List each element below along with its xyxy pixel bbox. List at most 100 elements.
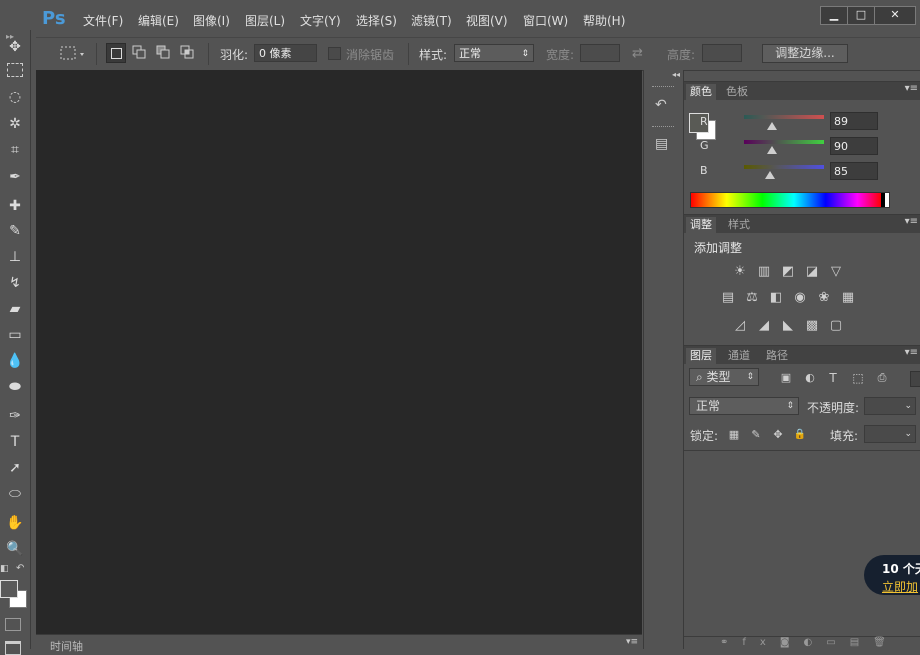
new-selection-button[interactable]: [106, 43, 126, 63]
panel-menu-icon[interactable]: ▾≡: [626, 637, 638, 647]
panel-menu-icon[interactable]: ▾≡: [905, 216, 918, 227]
refine-edge-button[interactable]: 调整边缘...: [762, 44, 848, 63]
brightness-icon[interactable]: ☀: [732, 265, 748, 279]
g-slider-thumb[interactable]: [767, 146, 777, 154]
tab-styles[interactable]: 样式: [724, 217, 754, 233]
r-slider-thumb[interactable]: [767, 122, 777, 130]
menu-select[interactable]: 选择(S): [356, 12, 397, 29]
menu-image[interactable]: 图像(I): [193, 12, 230, 29]
menu-view[interactable]: 视图(V): [466, 12, 508, 29]
b-slider-thumb[interactable]: [765, 171, 776, 179]
minimize-button[interactable]: ▁: [820, 6, 848, 25]
crop-tool-icon[interactable]: ⌗: [4, 140, 26, 160]
r-value-input[interactable]: 89: [830, 112, 878, 130]
chevron-down-icon[interactable]: ⌄: [904, 398, 912, 414]
type-tool-icon[interactable]: T: [4, 432, 26, 452]
photo-filter-icon[interactable]: ◉: [792, 291, 808, 305]
black-white-icon[interactable]: ◧: [768, 291, 784, 305]
g-slider[interactable]: [744, 140, 824, 144]
channel-mixer-icon[interactable]: ❀: [816, 291, 832, 305]
close-button[interactable]: ✕: [874, 6, 916, 25]
lock-image-icon[interactable]: ✎: [748, 428, 764, 442]
feather-input[interactable]: 0 像素: [254, 44, 317, 62]
posterize-icon[interactable]: ◢: [756, 319, 772, 333]
filter-smart-object-icon[interactable]: ⎙: [874, 371, 890, 385]
vibrance-icon[interactable]: ▽: [828, 265, 844, 279]
r-slider[interactable]: [744, 115, 824, 119]
opacity-input[interactable]: ⌄: [864, 397, 916, 415]
screen-mode-icon[interactable]: [5, 641, 21, 655]
width-input[interactable]: [580, 44, 620, 62]
lock-all-icon[interactable]: 🔒: [792, 428, 808, 442]
curves-icon[interactable]: ◩: [780, 265, 796, 279]
exposure-icon[interactable]: ◪: [804, 265, 820, 279]
tab-channels[interactable]: 通道: [724, 348, 754, 364]
layers-list[interactable]: [684, 451, 920, 636]
hand-tool-icon[interactable]: ✋: [4, 513, 26, 533]
filter-shape-icon[interactable]: ⬚: [850, 371, 866, 385]
history-brush-tool-icon[interactable]: ↯: [4, 273, 26, 293]
style-select[interactable]: 正常 ⇕: [454, 44, 534, 62]
eraser-tool-icon[interactable]: ▰: [4, 299, 26, 319]
promo-link[interactable]: 立即加: [882, 578, 918, 595]
zoom-tool-icon[interactable]: 🔍: [4, 539, 26, 559]
panel-menu-icon[interactable]: ▾≡: [905, 83, 918, 94]
subtract-selection-icon[interactable]: [156, 45, 170, 59]
levels-icon[interactable]: ▥: [756, 265, 772, 279]
tab-paths[interactable]: 路径: [762, 348, 792, 364]
menu-window[interactable]: 窗口(W): [523, 12, 568, 29]
filter-type-icon[interactable]: T: [825, 371, 841, 385]
menu-layer[interactable]: 图层(L): [245, 12, 285, 29]
antialias-checkbox[interactable]: [328, 47, 341, 60]
gradient-tool-icon[interactable]: ▭: [4, 325, 26, 345]
document-canvas[interactable]: [36, 70, 642, 634]
default-colors-icon[interactable]: ◧: [0, 564, 9, 574]
chevron-down-icon[interactable]: ⌄: [904, 426, 912, 442]
g-value-input[interactable]: 90: [830, 137, 878, 155]
lock-position-icon[interactable]: ✥: [770, 428, 786, 442]
menu-file[interactable]: 文件(F): [83, 12, 123, 29]
add-selection-icon[interactable]: [132, 45, 146, 59]
panel-menu-icon[interactable]: ▾≡: [905, 347, 918, 358]
magic-wand-tool-icon[interactable]: ✲: [4, 114, 26, 134]
selective-color-icon[interactable]: ▩: [804, 319, 820, 333]
ellipse-tool-icon[interactable]: ⬭: [4, 484, 26, 504]
hue-saturation-icon[interactable]: ▤: [720, 291, 736, 305]
healing-brush-tool-icon[interactable]: ✚: [4, 196, 26, 216]
timeline-tab[interactable]: 时间轴: [50, 638, 83, 654]
swap-colors-icon[interactable]: ↶: [16, 563, 24, 574]
tab-swatches[interactable]: 色板: [722, 84, 752, 100]
height-input[interactable]: [702, 44, 742, 62]
marquee-tool-icon[interactable]: [7, 63, 23, 77]
layer-filter-kind-select[interactable]: ⌕ 类型 ⇕: [689, 368, 759, 386]
eyedropper-tool-icon[interactable]: ✒: [4, 167, 26, 187]
menu-help[interactable]: 帮助(H): [583, 12, 625, 29]
properties-icon[interactable]: ▤: [655, 136, 668, 152]
blur-tool-icon[interactable]: 💧: [4, 351, 26, 371]
promo-notification[interactable]: 10 个天 立即加: [864, 555, 920, 595]
move-tool-icon[interactable]: ✥: [4, 37, 26, 57]
gradient-map-icon[interactable]: ▢: [828, 319, 844, 333]
maximize-button[interactable]: □: [847, 6, 875, 25]
b-value-input[interactable]: 85: [830, 162, 878, 180]
invert-icon[interactable]: ◿: [732, 319, 748, 333]
clone-stamp-tool-icon[interactable]: ⊥: [4, 247, 26, 267]
path-selection-tool-icon[interactable]: ➚: [4, 458, 26, 478]
layers-footer-icons[interactable]: ⚭fx◙◐▭▤🗑: [684, 636, 920, 650]
collapse-dock-icon[interactable]: ◂◂: [672, 70, 680, 79]
lasso-tool-icon[interactable]: ◌: [4, 87, 26, 107]
b-slider[interactable]: [744, 165, 824, 169]
tab-layers[interactable]: 图层: [686, 348, 716, 364]
intersect-selection-icon[interactable]: [180, 45, 194, 59]
brush-tool-icon[interactable]: ✎: [4, 221, 26, 241]
history-icon[interactable]: ↶: [655, 97, 667, 113]
dodge-tool-icon[interactable]: ⬬: [4, 377, 26, 397]
color-spectrum-ramp[interactable]: [690, 192, 890, 208]
lock-transparent-icon[interactable]: ▦: [726, 428, 742, 442]
filter-toggle[interactable]: [910, 371, 920, 387]
color-balance-icon[interactable]: ⚖: [744, 291, 760, 305]
tab-color[interactable]: 颜色: [686, 84, 716, 100]
color-lookup-icon[interactable]: ▦: [840, 291, 856, 305]
swap-icon[interactable]: ⇄: [632, 46, 643, 61]
fill-input[interactable]: ⌄: [864, 425, 916, 443]
